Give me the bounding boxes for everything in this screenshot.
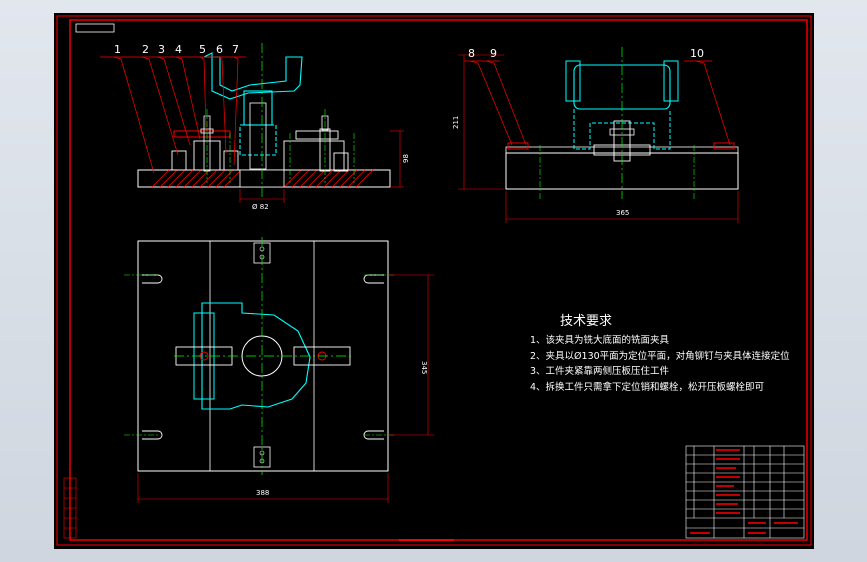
drawing-viewport[interactable]: 1 2 3 4 5 6 7 Ø 82 98 8 9 10 211 365 345… [54,13,814,549]
dim-plan-width: 388 [256,489,269,497]
drawing-frame [69,19,808,541]
dim-side-width: 365 [616,209,629,217]
drawing-number-box [75,23,115,33]
outer-border [56,15,812,546]
balloon-5: 5 [199,43,206,56]
balloon-6: 6 [216,43,223,56]
balloon-9: 9 [490,47,497,60]
dim-front-bore: Ø 82 [252,203,269,211]
note-2: 2、夹具以Ø130平面为定位平面，对角铆钉与夹具体连接定位 [530,350,790,362]
plan-view [124,237,434,503]
balloon-3: 3 [158,43,165,56]
note-3: 3、工件夹紧靠两侧压板压住工件 [530,365,670,377]
note-1: 1、该夹具为铣大底面的铣面夹具 [530,334,670,346]
balloon-2: 2 [142,43,149,56]
balloon-7: 7 [232,43,239,56]
title-block [685,445,805,539]
balloon-1: 1 [114,43,121,56]
side-view [458,47,739,223]
balloon-4: 4 [175,43,182,56]
dim-plan-height: 345 [420,361,428,374]
front-section-view [100,43,404,203]
technical-notes: 技术要求 1、该夹具为铣大底面的铣面夹具 2、夹具以Ø130平面为定位平面，对角… [530,314,790,393]
dim-side-height: 211 [452,116,460,129]
balloon-8: 8 [468,47,475,60]
dim-front-height: 98 [402,154,410,163]
notes-title: 技术要求 [560,314,612,329]
balloon-10: 10 [690,47,704,60]
note-4: 4、拆换工件只需拿下定位销和螺栓，松开压板螺栓即可 [530,381,764,393]
cad-drawing-canvas: 1 2 3 4 5 6 7 Ø 82 98 8 9 10 211 365 345… [56,15,812,546]
